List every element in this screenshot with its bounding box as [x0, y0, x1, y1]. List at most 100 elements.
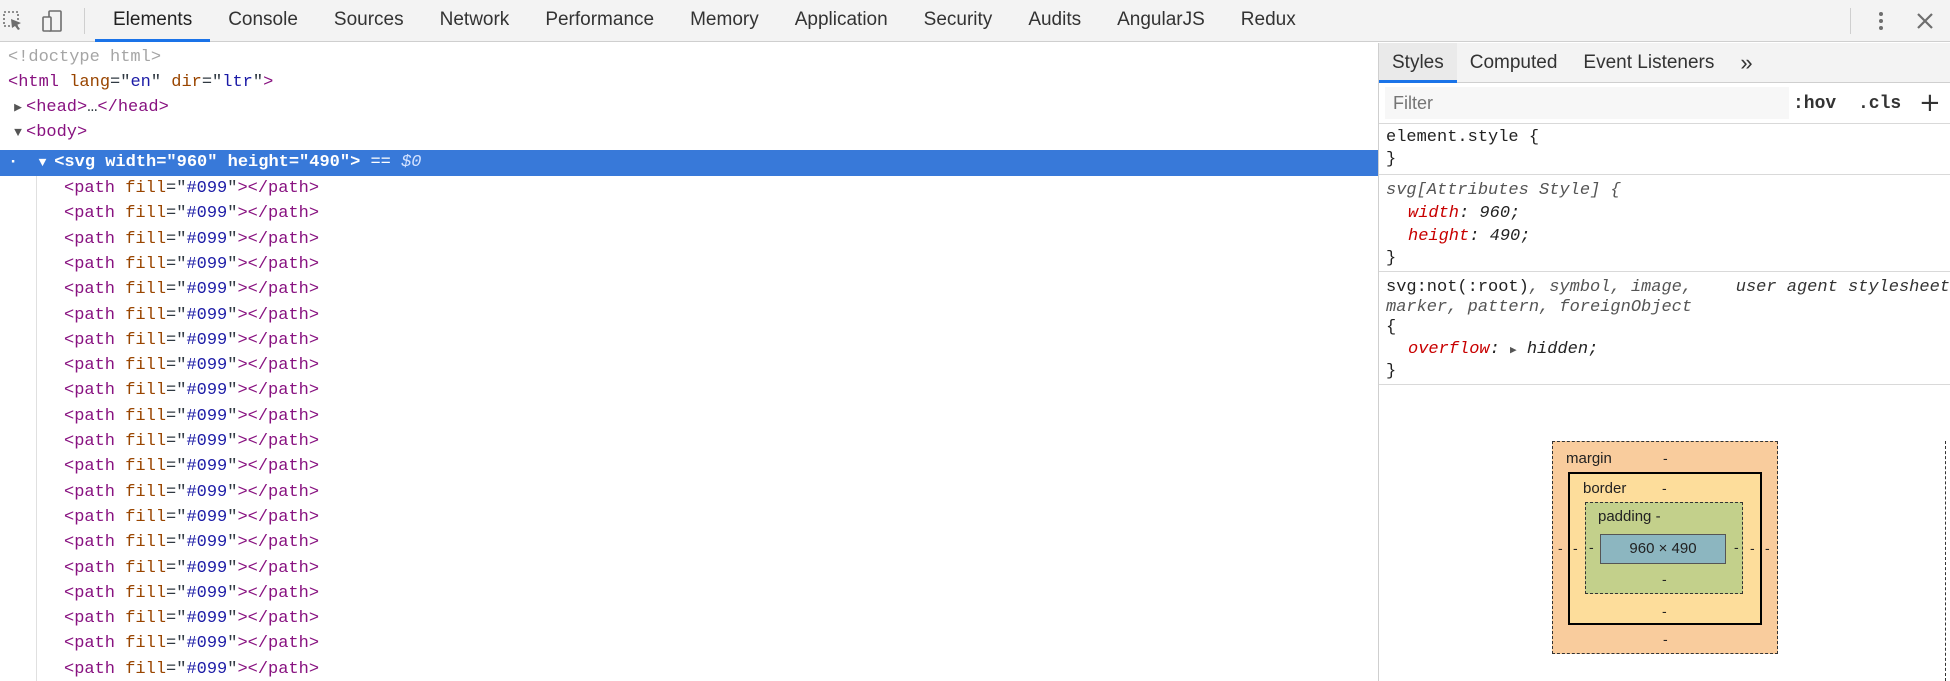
dom-path-node[interactable]: <path fill="#099"></path>: [64, 378, 319, 403]
tab-styles[interactable]: Styles: [1379, 43, 1457, 83]
path-open-tag: <path: [64, 482, 116, 502]
dom-path-node[interactable]: <path fill="#099"></path>: [64, 657, 319, 681]
selector-match: svg:not(:root): [1386, 278, 1529, 297]
tab-console[interactable]: Console: [210, 0, 316, 42]
property-name: height: [1408, 227, 1470, 246]
dom-path-node[interactable]: <path fill="#099"></path>: [64, 176, 319, 201]
dom-path-node[interactable]: <path fill="#099"></path>: [64, 429, 319, 454]
border-top-value[interactable]: -: [1662, 480, 1667, 496]
html-tag-end: >: [263, 73, 274, 92]
padding-left-value[interactable]: -: [1589, 539, 1594, 555]
path-open-tag: <path: [64, 406, 116, 426]
dom-path-node[interactable]: <path fill="#099"></path>: [64, 505, 319, 530]
tab-angularjs[interactable]: AngularJS: [1099, 0, 1223, 42]
dom-doctype[interactable]: <!doctype html>: [8, 45, 161, 70]
margin-top-value[interactable]: -: [1663, 450, 1668, 466]
path-open-tag: <path: [64, 533, 116, 553]
box-model-border[interactable]: border - - - - padding - - - - 960 × 490: [1568, 472, 1762, 625]
tab-sources[interactable]: Sources: [316, 0, 422, 42]
dom-path-node[interactable]: <path fill="#099"></path>: [64, 328, 319, 353]
expand-triangle-icon[interactable]: ▶: [10, 95, 26, 120]
tab-elements[interactable]: Elements: [95, 0, 211, 42]
property-value[interactable]: 490;: [1479, 227, 1531, 246]
path-open-tag: <path: [64, 659, 116, 679]
toolbar-separator: [84, 8, 85, 34]
device-toggle-icon[interactable]: [40, 8, 66, 34]
html-attr-dir-value: ltr: [222, 73, 253, 92]
padding-top-value[interactable]: -: [1656, 508, 1661, 525]
more-vert-icon[interactable]: [1868, 8, 1894, 34]
tab-computed[interactable]: Computed: [1457, 43, 1571, 83]
collapse-triangle-icon[interactable]: ▼: [10, 120, 26, 145]
dom-tree[interactable]: <!doctype html> <html lang="en" dir="ltr…: [0, 43, 1378, 681]
padding-right-value[interactable]: -: [1734, 539, 1739, 555]
dom-path-node[interactable]: <path fill="#099"></path>: [64, 454, 319, 479]
svg-node-text: · ▼ <svg width="960" height="490"> == $0: [8, 150, 422, 176]
cls-toggle[interactable]: .cls: [1858, 84, 1901, 124]
path-attr-fill-value: #099: [186, 507, 228, 527]
dom-path-node[interactable]: <path fill="#099"></path>: [64, 353, 319, 378]
property-value[interactable]: 960;: [1469, 204, 1520, 223]
margin-left-value[interactable]: -: [1558, 540, 1563, 556]
dom-body-node[interactable]: ▼ <body>: [10, 120, 87, 145]
dom-path-node[interactable]: <path fill="#099"></path>: [64, 606, 319, 631]
dom-path-node[interactable]: <path fill="#099"></path>: [64, 201, 319, 226]
dom-path-node[interactable]: <path fill="#099"></path>: [64, 480, 319, 505]
style-property-overflow[interactable]: overflow: ▶ hidden;: [1408, 339, 1598, 361]
property-value[interactable]: hidden;: [1517, 340, 1598, 359]
border-left-value[interactable]: -: [1573, 540, 1578, 556]
style-property-height[interactable]: height: 490;: [1408, 226, 1530, 248]
dom-html-node[interactable]: <html lang="en" dir="ltr">: [8, 70, 273, 95]
path-attr-fill: fill: [125, 229, 167, 249]
path-close-tag: ></path>: [237, 229, 320, 249]
dom-path-node[interactable]: <path fill="#099"></path>: [64, 556, 319, 581]
hov-toggle[interactable]: :hov: [1793, 84, 1836, 124]
rule-selector[interactable]: element.style {: [1386, 127, 1539, 149]
dom-svg-node-selected[interactable]: · ▼ <svg width="960" height="490"> == $0: [0, 150, 1378, 176]
dom-path-node[interactable]: <path fill="#099"></path>: [64, 303, 319, 328]
tab-application[interactable]: Application: [777, 0, 906, 42]
styles-filter-input[interactable]: [1385, 87, 1789, 119]
path-attr-fill: fill: [125, 406, 167, 426]
path-attr-fill: fill: [125, 330, 167, 350]
box-model-padding[interactable]: padding - - - - 960 × 490: [1585, 502, 1743, 594]
path-attr-fill-value: #099: [186, 533, 228, 553]
border-bottom-value[interactable]: -: [1662, 603, 1667, 619]
new-style-rule-plus-icon[interactable]: +: [1919, 88, 1941, 118]
close-icon[interactable]: [1912, 8, 1938, 34]
more-tabs-chevron-icon[interactable]: »: [1727, 43, 1765, 83]
dom-path-node[interactable]: <path fill="#099"></path>: [64, 252, 319, 277]
box-model-margin[interactable]: margin - - - - border - - - - padding - …: [1552, 441, 1778, 654]
tab-event-listeners[interactable]: Event Listeners: [1570, 43, 1727, 83]
path-open-tag: <path: [64, 558, 116, 578]
margin-right-value[interactable]: -: [1765, 540, 1770, 556]
dom-path-node[interactable]: <path fill="#099"></path>: [64, 277, 319, 302]
tab-redux[interactable]: Redux: [1223, 0, 1314, 42]
tab-performance[interactable]: Performance: [527, 0, 672, 42]
dom-path-node[interactable]: <path fill="#099"></path>: [64, 581, 319, 606]
head-ellipsis[interactable]: …: [87, 98, 97, 117]
path-attr-fill-value: #099: [186, 330, 228, 350]
padding-bottom-value[interactable]: -: [1662, 571, 1667, 587]
expand-triangle-icon[interactable]: ▶: [1510, 345, 1517, 357]
path-close-tag: ></path>: [237, 457, 320, 477]
dom-head-node[interactable]: ▶ <head>…</head>: [10, 95, 169, 120]
style-property-width[interactable]: width: 960;: [1408, 203, 1520, 225]
tab-audits[interactable]: Audits: [1010, 0, 1099, 42]
box-model-content[interactable]: 960 × 490: [1600, 534, 1726, 564]
head-open-tag: <head>: [26, 98, 88, 117]
dom-path-node[interactable]: <path fill="#099"></path>: [64, 227, 319, 252]
path-attr-fill-value: #099: [186, 305, 228, 325]
margin-bottom-value[interactable]: -: [1663, 631, 1668, 647]
border-right-value[interactable]: -: [1750, 540, 1755, 556]
inspect-element-icon[interactable]: [0, 8, 26, 34]
toolbar-separator-right: [1850, 8, 1851, 34]
path-close-tag: ></path>: [237, 280, 320, 300]
tab-memory[interactable]: Memory: [672, 0, 777, 42]
tab-security[interactable]: Security: [906, 0, 1011, 42]
dom-path-node[interactable]: <path fill="#099"></path>: [64, 404, 319, 429]
dom-path-node[interactable]: <path fill="#099"></path>: [64, 631, 319, 656]
collapse-triangle-icon[interactable]: ▼: [39, 155, 55, 170]
dom-path-node[interactable]: <path fill="#099"></path>: [64, 530, 319, 555]
tab-network[interactable]: Network: [422, 0, 528, 42]
